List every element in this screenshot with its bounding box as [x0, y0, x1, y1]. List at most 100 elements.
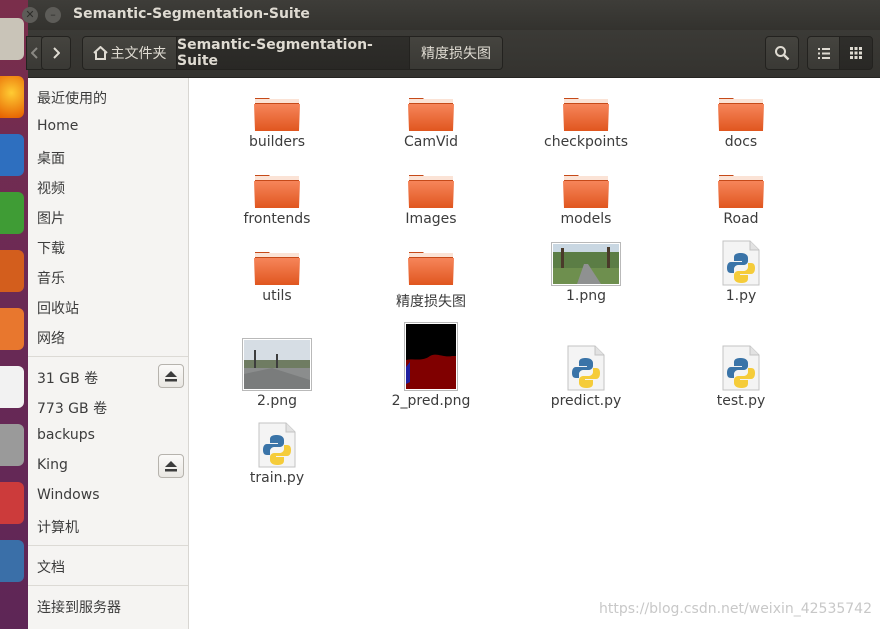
file-item[interactable]: 2.png — [212, 338, 342, 409]
file-name: Images — [405, 211, 457, 227]
file-item[interactable]: 2_pred.png — [366, 322, 496, 409]
breadcrumb-current-label: Semantic-Segmentation-Suite — [177, 37, 373, 69]
file-item[interactable]: Road — [676, 169, 806, 227]
file-item[interactable]: 精度损失图 — [366, 246, 496, 311]
chevron-left-icon — [31, 47, 38, 59]
chevron-right-icon — [53, 47, 60, 59]
sidebar-item-trash[interactable]: 回收站 — [37, 298, 79, 318]
title-bar: ✕ – Semantic-Segmentation-Suite — [22, 0, 880, 30]
python-file-icon — [212, 420, 342, 468]
tools-icon[interactable] — [0, 482, 24, 524]
file-item[interactable]: predict.py — [521, 343, 651, 409]
sidebar-item-volume-773gb[interactable]: 773 GB 卷 — [37, 398, 107, 418]
file-item[interactable]: checkpoints — [521, 92, 651, 150]
file-name: 2.png — [256, 393, 297, 409]
sidebar-item-king[interactable]: King — [37, 457, 68, 473]
sidebar-item-documents[interactable]: 文档 — [37, 557, 65, 577]
amazon-icon[interactable] — [0, 366, 24, 408]
folder-icon — [366, 92, 496, 132]
calc-icon[interactable] — [0, 192, 24, 234]
folder-icon — [366, 169, 496, 209]
breadcrumb-current-folder[interactable]: Semantic-Segmentation-Suite — [176, 36, 410, 70]
eject-button-king[interactable] — [158, 454, 184, 478]
firefox-icon[interactable] — [0, 76, 24, 118]
close-button[interactable]: ✕ — [22, 7, 38, 23]
file-item[interactable]: Images — [366, 169, 496, 227]
sidebar-item-videos[interactable]: 视频 — [37, 178, 65, 198]
file-name: frontends — [243, 211, 311, 227]
eject-icon — [165, 370, 177, 381]
folder-icon — [676, 92, 806, 132]
folder-icon — [676, 169, 806, 209]
sidebar: 最近使用的 Home 桌面 视频 图片 下载 音乐 回收站 网络 31 GB 卷… — [28, 78, 189, 629]
settings-icon[interactable] — [0, 424, 24, 466]
search-button[interactable] — [765, 36, 799, 70]
folder-icon — [521, 92, 651, 132]
file-name: checkpoints — [544, 134, 628, 150]
sidebar-item-recent[interactable]: 最近使用的 — [37, 88, 107, 108]
file-item[interactable]: 1.png — [521, 241, 651, 304]
impress-icon[interactable] — [0, 250, 24, 292]
sidebar-item-connect-server[interactable]: 连接到服务器 — [37, 597, 121, 617]
sidebar-separator — [28, 356, 188, 357]
sidebar-item-music[interactable]: 音乐 — [37, 268, 65, 288]
files-app-icon[interactable] — [0, 18, 24, 60]
sidebar-item-windows[interactable]: Windows — [37, 487, 100, 503]
python-file-icon — [521, 343, 651, 391]
sidebar-item-computer[interactable]: 计算机 — [37, 517, 79, 537]
eject-icon — [165, 460, 177, 471]
file-name: train.py — [249, 470, 305, 486]
file-name: utils — [262, 288, 292, 304]
sidebar-item-backups[interactable]: backups — [37, 427, 95, 443]
grid-view-icon — [850, 47, 862, 59]
window-title: Semantic-Segmentation-Suite — [73, 6, 310, 22]
home-icon — [92, 46, 108, 60]
sidebar-item-downloads[interactable]: 下载 — [37, 238, 65, 258]
breadcrumb-home-label: 主文件夹 — [110, 46, 167, 62]
monitor-icon[interactable] — [0, 540, 24, 582]
sidebar-separator — [28, 545, 188, 546]
file-item[interactable]: test.py — [676, 343, 806, 409]
file-name: 1.png — [565, 288, 606, 304]
file-name: 精度损失图 — [396, 294, 466, 310]
file-name: Road — [723, 211, 759, 227]
minimize-button[interactable]: – — [45, 7, 61, 23]
sidebar-item-pictures[interactable]: 图片 — [37, 208, 65, 228]
writer-icon[interactable] — [0, 134, 24, 176]
breadcrumb-home[interactable]: 主文件夹 — [82, 36, 177, 70]
list-view-icon — [817, 47, 830, 59]
file-grid: builders CamVid checkpoints docs fronten… — [189, 78, 880, 629]
file-item[interactable]: 1.py — [676, 238, 806, 304]
image-thumbnail — [521, 241, 651, 286]
file-item[interactable]: models — [521, 169, 651, 227]
folder-icon — [212, 169, 342, 209]
grid-view-button[interactable] — [839, 36, 873, 70]
forward-button[interactable] — [41, 36, 71, 70]
breadcrumb-subfolder-label: 精度损失图 — [421, 46, 491, 62]
sidebar-separator — [28, 585, 188, 586]
image-thumbnail — [366, 322, 496, 391]
eject-button-31gb[interactable] — [158, 364, 184, 388]
sidebar-item-home[interactable]: Home — [37, 118, 78, 134]
file-item[interactable]: train.py — [212, 420, 342, 486]
file-item[interactable]: docs — [676, 92, 806, 150]
file-item[interactable]: utils — [212, 246, 342, 304]
file-item[interactable]: builders — [212, 92, 342, 150]
sidebar-item-network[interactable]: 网络 — [37, 328, 65, 348]
python-file-icon — [676, 238, 806, 286]
list-view-button[interactable] — [807, 36, 840, 70]
file-name: models — [560, 211, 612, 227]
file-name: CamVid — [403, 134, 459, 150]
file-item[interactable]: CamVid — [366, 92, 496, 150]
image-thumbnail — [212, 338, 342, 391]
file-name: 1.py — [725, 288, 757, 304]
sidebar-item-desktop[interactable]: 桌面 — [37, 148, 65, 168]
watermark-text: https://blog.csdn.net/weixin_42535742 — [598, 601, 872, 617]
python-file-icon — [676, 343, 806, 391]
file-name: docs — [724, 134, 758, 150]
file-name: builders — [248, 134, 306, 150]
file-item[interactable]: frontends — [212, 169, 342, 227]
breadcrumb-subfolder[interactable]: 精度损失图 — [409, 36, 503, 70]
sidebar-item-volume-31gb[interactable]: 31 GB 卷 — [37, 368, 98, 388]
software-center-icon[interactable] — [0, 308, 24, 350]
